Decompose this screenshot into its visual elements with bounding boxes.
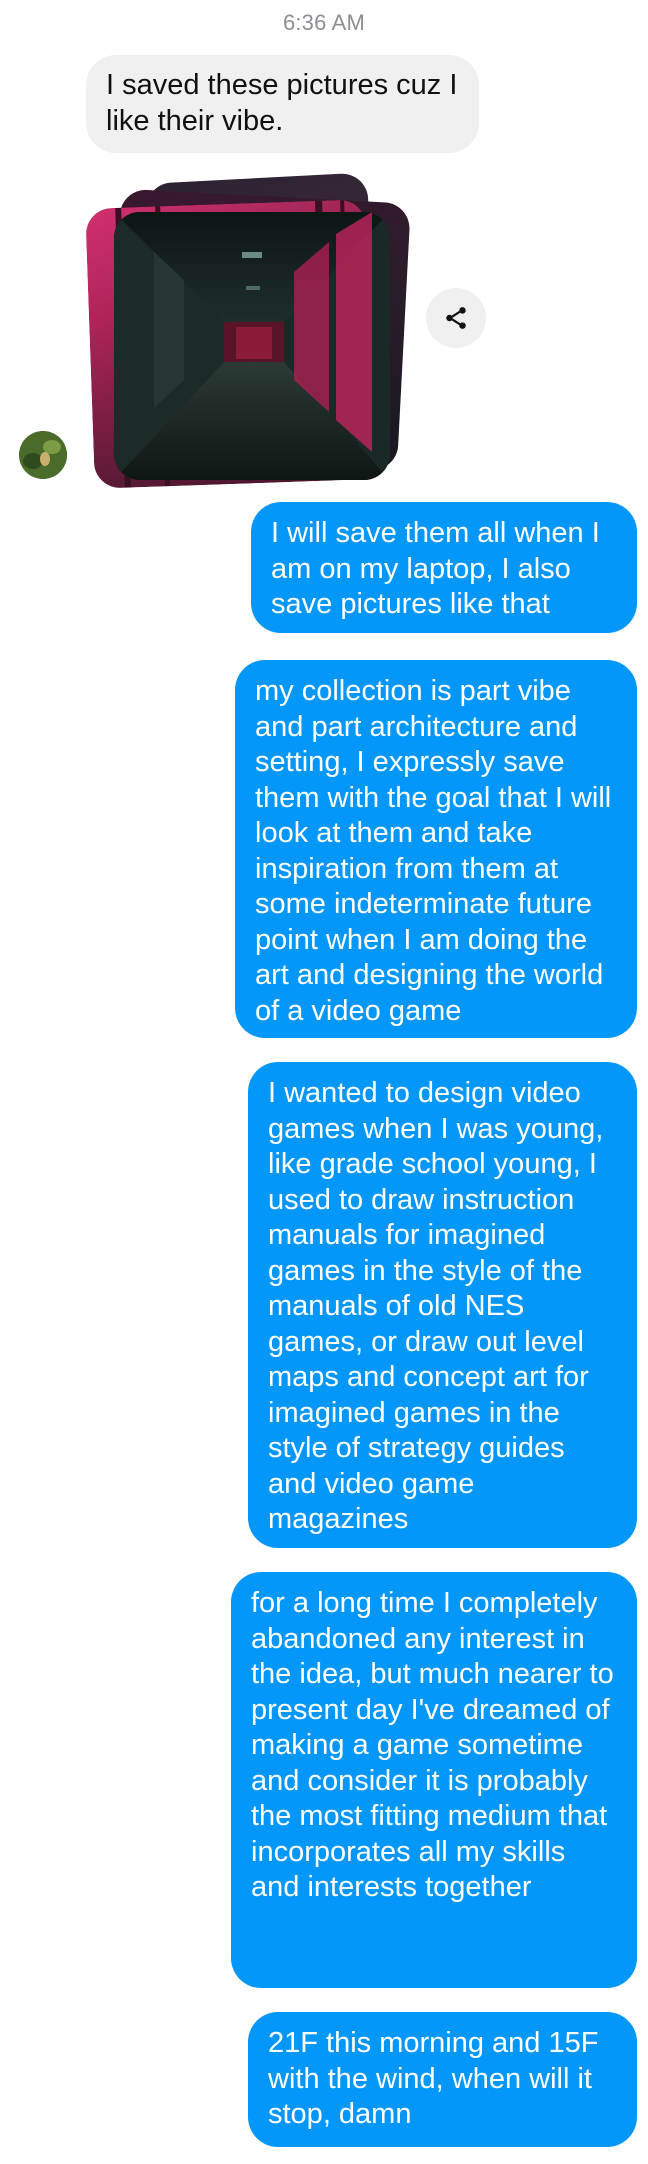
message-timestamp: 6:36 AM — [282, 10, 366, 35]
outgoing-message-text: my collection is part vibe and part arch… — [255, 675, 612, 1027]
incoming-message-bubble[interactable]: I saved these pictures cuz I like their … — [86, 55, 479, 153]
outgoing-message-text: I wanted to design video games when I wa… — [268, 1077, 604, 1535]
share-button[interactable] — [426, 288, 486, 348]
photo-stack-attachment[interactable] — [84, 172, 414, 492]
hallway-photo[interactable] — [114, 212, 390, 480]
incoming-message-text: I saved these pictures cuz I like their … — [106, 69, 458, 137]
outgoing-message-bubble[interactable]: my collection is part vibe and part arch… — [235, 660, 637, 1038]
share-icon — [446, 307, 466, 329]
outgoing-message-bubble[interactable]: 21F this morning and 15F with the wind, … — [248, 2012, 637, 2147]
outgoing-message-text: I will save them all when I am on my lap… — [271, 517, 600, 620]
outgoing-message-bubble[interactable]: for a long time I completely abandoned a… — [231, 1572, 637, 1988]
outgoing-message-bubble[interactable]: I will save them all when I am on my lap… — [251, 502, 637, 633]
outgoing-message-bubble[interactable]: I wanted to design video games when I wa… — [248, 1062, 637, 1548]
avatar[interactable] — [19, 431, 67, 479]
outgoing-message-text: 21F this morning and 15F with the wind, … — [268, 2027, 599, 2130]
outgoing-message-text: for a long time I completely abandoned a… — [251, 1587, 614, 1903]
